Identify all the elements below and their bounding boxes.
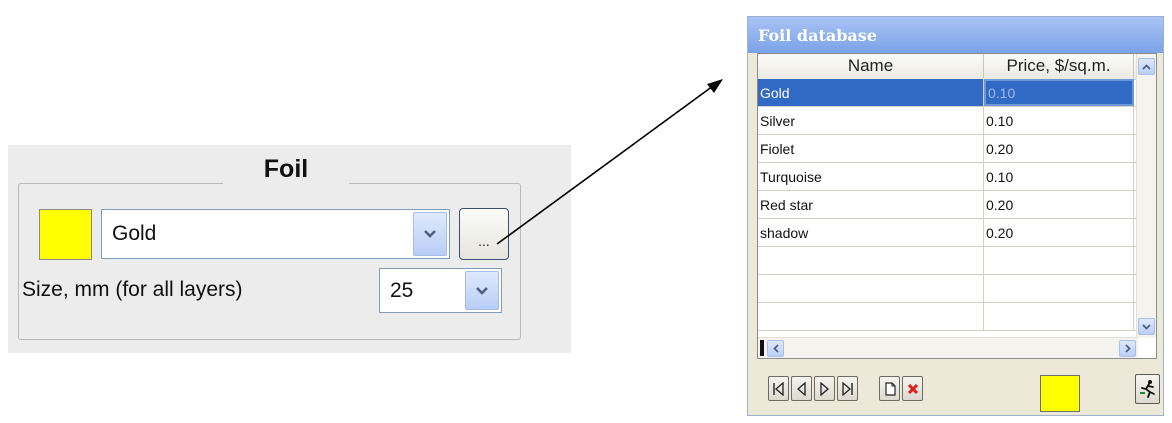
table-row[interactable]: Fiolet 0.20	[758, 135, 1138, 163]
running-man-exit-icon[interactable]	[1135, 374, 1160, 404]
cell-price[interactable]	[984, 303, 1134, 330]
table-row[interactable]: Turquoise 0.10	[758, 163, 1138, 191]
cell-name[interactable]: Fiolet	[758, 135, 984, 162]
grid-rows: Gold 0.10 Silver 0.10 Fiolet 0.20 Turquo…	[758, 79, 1138, 331]
cell-name[interactable]	[758, 275, 984, 302]
vertical-scrollbar[interactable]	[1136, 54, 1156, 338]
table-row[interactable]	[758, 247, 1138, 275]
record-navigator	[757, 372, 1160, 412]
horizontal-scrollbar[interactable]	[758, 337, 1138, 358]
cell-price[interactable]: 0.20	[984, 219, 1134, 246]
grid-header: Name Price, $/sq.m.	[758, 54, 1138, 80]
cell-name[interactable]	[758, 303, 984, 330]
cell-price[interactable]: 0.10	[984, 107, 1134, 134]
table-row[interactable]: Gold 0.10	[758, 79, 1138, 107]
window-title: Foil database	[748, 17, 1163, 53]
new-record-icon[interactable]	[879, 376, 900, 401]
delete-record-icon[interactable]	[902, 376, 923, 401]
foil-grid: Name Price, $/sq.m. Gold 0.10 Silver 0.1…	[757, 53, 1157, 359]
cell-name[interactable]	[758, 247, 984, 274]
scroll-thumb[interactable]	[760, 340, 764, 356]
next-record-icon[interactable]	[814, 376, 835, 401]
last-record-icon[interactable]	[837, 376, 858, 401]
table-row[interactable]: Red star 0.20	[758, 191, 1138, 219]
table-row[interactable]	[758, 303, 1138, 331]
table-row[interactable]: shadow 0.20	[758, 219, 1138, 247]
cell-name[interactable]: shadow	[758, 219, 984, 246]
table-row[interactable]: Silver 0.10	[758, 107, 1138, 135]
cell-price[interactable]: 0.10	[984, 79, 1134, 106]
column-header-name[interactable]: Name	[758, 54, 984, 78]
column-header-price[interactable]: Price, $/sq.m.	[984, 54, 1134, 78]
cell-price[interactable]: 0.10	[984, 163, 1134, 190]
chevron-right-icon[interactable]	[1119, 340, 1136, 357]
chevron-down-icon[interactable]	[1138, 318, 1155, 335]
cell-name[interactable]: Red star	[758, 191, 984, 218]
prior-record-icon[interactable]	[791, 376, 812, 401]
cell-name[interactable]: Silver	[758, 107, 984, 134]
cell-price[interactable]: 0.20	[984, 191, 1134, 218]
chevron-left-icon[interactable]	[767, 340, 784, 357]
foil-color-swatch	[1040, 375, 1080, 412]
cell-price[interactable]	[984, 275, 1134, 302]
cell-price[interactable]	[984, 247, 1134, 274]
chevron-up-icon[interactable]	[1138, 58, 1155, 75]
cell-name[interactable]: Turquoise	[758, 163, 984, 190]
first-record-icon[interactable]	[768, 376, 789, 401]
cell-name[interactable]: Gold	[758, 79, 984, 106]
cell-price[interactable]: 0.20	[984, 135, 1134, 162]
table-row[interactable]	[758, 275, 1138, 303]
foil-database-window: Foil database Name Price, $/sq.m. Gold 0…	[747, 16, 1164, 416]
